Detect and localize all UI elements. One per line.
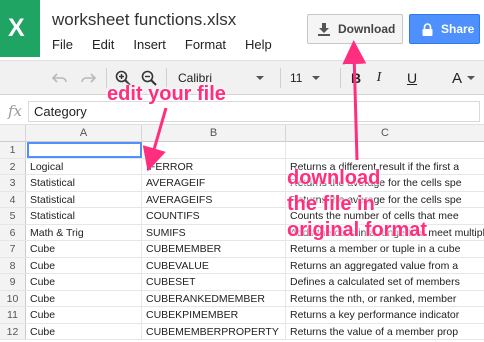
cell-function[interactable]: CUBEKPIMEMBER — [142, 307, 286, 323]
column-header-b[interactable]: B — [142, 125, 286, 142]
column-headers: A B C — [0, 125, 484, 142]
annotation-edit-file: edit your file — [107, 83, 226, 105]
table-row: 10 Cube CUBERANKEDMEMBER Returns the nth, o… — [0, 290, 484, 307]
menu-format[interactable]: Format — [185, 37, 226, 53]
annotation-download-line2: the file in — [287, 193, 375, 215]
cell-category[interactable]: Cube — [26, 274, 142, 290]
share-button[interactable]: Share — [409, 14, 480, 44]
bold-button[interactable]: B — [348, 67, 364, 89]
undo-icon — [52, 73, 67, 83]
annotation-download-line1: download — [287, 167, 381, 189]
chevron-down-icon — [467, 76, 475, 80]
row-header[interactable]: 12 — [0, 323, 26, 339]
toolbar-divider — [280, 68, 281, 88]
fx-icon: fx — [8, 102, 23, 120]
annotation-download-line3: original format — [287, 219, 428, 241]
row-header[interactable]: 9 — [0, 274, 26, 290]
cell-description[interactable]: Returns a member or tuple in a cube — [286, 241, 484, 257]
cell-category[interactable]: Logical — [26, 158, 142, 174]
italic-button[interactable]: I — [372, 67, 386, 89]
toolbar-divider — [340, 68, 341, 88]
column-header-c[interactable]: C — [286, 125, 484, 142]
table-row: 11 Cube CUBEKPIMEMBER Returns a key perform… — [0, 307, 484, 324]
download-button[interactable]: Download — [307, 14, 403, 44]
row-header[interactable]: 5 — [0, 208, 26, 224]
formula-input[interactable]: Category — [28, 101, 480, 122]
cell-description[interactable] — [286, 142, 484, 158]
cell-function[interactable]: IFERROR — [142, 158, 286, 174]
text-color-label: A — [451, 69, 462, 87]
lock-icon — [422, 22, 433, 36]
cell-function[interactable]: AVERAGEIF — [142, 175, 286, 191]
cell-function[interactable] — [142, 142, 286, 158]
redo-icon — [81, 73, 96, 83]
cell-function[interactable]: CUBEMEMBER — [142, 241, 286, 257]
cell-description[interactable]: Returns the nth, or ranked, member — [286, 291, 484, 307]
download-label: Download — [338, 22, 396, 36]
table-row: 7 Cube CUBEMEMBER Returns a member or tuple… — [0, 241, 484, 258]
cell-category[interactable]: Cube — [26, 307, 142, 323]
logo-letter: X — [8, 14, 25, 42]
menu-edit[interactable]: Edit — [92, 37, 114, 53]
cell-function[interactable]: COUNTIFS — [142, 208, 286, 224]
download-icon — [318, 23, 330, 36]
menu-help[interactable]: Help — [245, 37, 272, 53]
row-header[interactable]: 6 — [0, 224, 26, 240]
cell-category[interactable]: Statistical — [26, 191, 142, 207]
annotation-download: download the file in original format — [287, 165, 427, 243]
row-header[interactable]: 4 — [0, 191, 26, 207]
row-header[interactable]: 1 — [0, 142, 26, 158]
cell-category[interactable]: Cube — [26, 323, 142, 339]
cell-function[interactable]: CUBESET — [142, 274, 286, 290]
row-header[interactable]: 8 — [0, 257, 26, 273]
cell-category[interactable]: Math & Trig — [26, 224, 142, 240]
formula-bar: fx Category — [0, 99, 484, 125]
chevron-down-icon — [256, 76, 265, 80]
menu-bar: File Edit Insert Format Help — [52, 37, 272, 53]
cell-category[interactable]: Cube — [26, 241, 142, 257]
active-cell-cursor[interactable] — [27, 142, 142, 158]
table-row: 9 Cube CUBESET Defines a calculated set of … — [0, 274, 484, 291]
cell-category[interactable]: Statistical — [26, 208, 142, 224]
toolbar: Calibri 11 B I U A — [0, 60, 484, 95]
underline-button[interactable]: U — [404, 67, 420, 89]
row-header[interactable]: 7 — [0, 241, 26, 257]
cell-description[interactable]: Returns the value of a member prop — [286, 324, 484, 340]
font-size-select[interactable]: 11 — [290, 67, 330, 89]
row-header[interactable]: 11 — [0, 307, 26, 323]
row-header[interactable]: 2 — [0, 158, 26, 174]
cell-description[interactable]: Returns an aggregated value from a — [286, 258, 484, 274]
font-size-value: 11 — [290, 71, 303, 85]
document-title[interactable]: worksheet functions.xlsx — [52, 10, 236, 30]
cell-category[interactable]: Statistical — [26, 175, 142, 191]
cell-description[interactable]: Returns a key performance indicator — [286, 307, 484, 323]
row-header[interactable]: 10 — [0, 290, 26, 306]
redo-button[interactable] — [78, 67, 98, 89]
column-header-a[interactable]: A — [26, 125, 142, 142]
cell-function[interactable]: CUBERANKEDMEMBER — [142, 290, 286, 306]
table-row: 8 Cube CUBEVALUE Returns an aggregated valu… — [0, 257, 484, 274]
cell-function[interactable]: SUMIFS — [142, 224, 286, 240]
cell-function[interactable]: CUBEVALUE — [142, 257, 286, 273]
menu-insert[interactable]: Insert — [133, 37, 166, 53]
cell-category[interactable]: Cube — [26, 290, 142, 306]
menu-file[interactable]: File — [52, 37, 73, 53]
text-color-dropdown[interactable] — [466, 67, 476, 89]
sheets-logo[interactable]: X — [0, 0, 40, 57]
select-all-corner[interactable] — [0, 125, 26, 142]
cell-function[interactable]: CUBEMEMBERPROPERTY — [142, 323, 286, 339]
cell-function[interactable]: AVERAGEIFS — [142, 191, 286, 207]
cell-description[interactable]: Defines a calculated set of members — [286, 274, 484, 290]
undo-button[interactable] — [50, 67, 70, 89]
cell-category[interactable]: Cube — [26, 257, 142, 273]
row-header[interactable]: 3 — [0, 175, 26, 191]
share-label: Share — [441, 22, 475, 36]
table-row: 12 Cube CUBEMEMBERPROPERTY Returns the valu… — [0, 323, 484, 340]
text-color-button[interactable]: A — [450, 67, 464, 89]
chevron-down-icon — [312, 76, 321, 80]
